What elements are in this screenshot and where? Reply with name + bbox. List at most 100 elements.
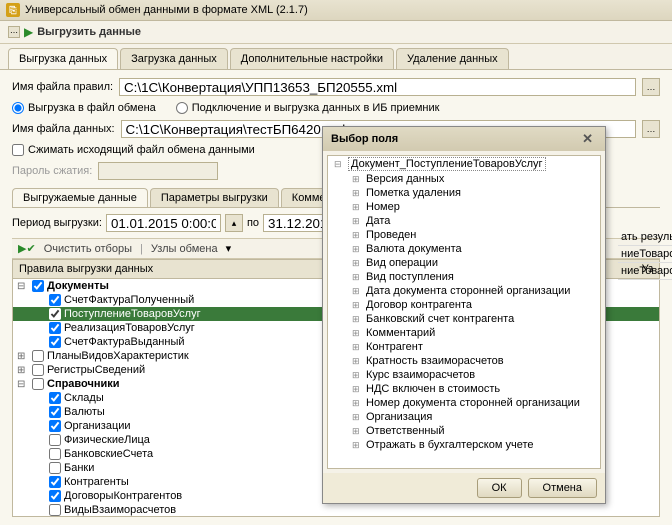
modal-toggle-icon[interactable]: ⊞ [352,272,362,283]
tab-delete[interactable]: Удаление данных [396,48,509,69]
modal-item-row[interactable]: ⊞Контрагент [328,340,600,354]
compress-checkbox[interactable]: Сжимать исходящий файл обмена данными [12,144,255,156]
tree-checkbox[interactable] [49,294,61,306]
tab-settings[interactable]: Дополнительные настройки [230,48,394,69]
results-row[interactable]: ниеТоваровУслуг [618,263,672,280]
clear-filters-link[interactable]: Очистить отборы [44,243,132,255]
actions-icon[interactable]: ⋯ [8,26,20,38]
modal-toggle-icon[interactable]: ⊞ [352,174,362,185]
modal-toggle-icon[interactable]: ⊞ [352,202,362,213]
tree-checkbox[interactable] [49,476,61,488]
tree-toggle-icon[interactable]: ⊞ [17,351,29,362]
tree-checkbox[interactable] [49,392,61,404]
modal-item-row[interactable]: ⊞Организация [328,410,600,424]
modal-item-row[interactable]: ⊞Договор контрагента [328,298,600,312]
radio-to-file-input[interactable] [12,102,24,114]
modal-toggle-icon[interactable]: ⊞ [352,356,362,367]
modal-toggle-icon[interactable]: ⊞ [352,342,362,353]
modal-item-label: Дата документа сторонней организации [366,285,570,297]
subtab-data[interactable]: Выгружаемые данные [12,188,148,207]
tab-export[interactable]: Выгрузка данных [8,48,118,69]
modal-item-row[interactable]: ⊞Номер [328,200,600,214]
modal-item-row[interactable]: ⊞Курс взаиморасчетов [328,368,600,382]
modal-toggle-icon[interactable]: ⊞ [352,314,362,325]
modal-item-row[interactable]: ⊞Проведен [328,228,600,242]
modal-toggle-icon[interactable]: ⊞ [352,398,362,409]
tree-checkbox[interactable] [49,322,61,334]
modal-item-row[interactable]: ⊞Версия данных [328,172,600,186]
filter-check-icon[interactable]: ▶✔ [18,242,36,255]
modal-toggle-icon[interactable]: ⊞ [352,300,362,311]
modal-footer: ОК Отмена [323,473,605,503]
exchange-nodes-link[interactable]: Узлы обмена [151,243,218,255]
tree-toggle-icon[interactable]: ⊞ [17,365,29,376]
radio-to-ib-input[interactable] [176,102,188,114]
tree-checkbox[interactable] [49,406,61,418]
modal-item-row[interactable]: ⊞Вид поступления [328,270,600,284]
modal-toggle-icon[interactable]: ⊞ [352,216,362,227]
modal-toggle-icon[interactable]: ⊞ [352,426,362,437]
modal-item-row[interactable]: ⊞Банковский счет контрагента [328,312,600,326]
cancel-button[interactable]: Отмена [528,478,597,498]
close-icon[interactable]: ✕ [578,131,597,147]
modal-toggle-icon[interactable]: ⊞ [352,328,362,339]
tree-checkbox[interactable] [32,280,44,292]
radio-to-ib[interactable]: Подключение и выгрузка данных в ИБ прием… [176,102,440,114]
subtab-params[interactable]: Параметры выгрузки [150,188,279,207]
modal-item-row[interactable]: ⊞Отражать в бухгалтерском учете [328,438,600,452]
modal-toggle-icon[interactable]: ⊟ [334,159,344,170]
dropdown-icon[interactable]: ▾ [226,242,232,255]
password-label: Пароль сжатия: [12,165,92,177]
modal-item-row[interactable]: ⊞НДС включен в стоимость [328,382,600,396]
modal-toggle-icon[interactable]: ⊞ [352,440,362,451]
tree-row[interactable]: ВидыВзаиморасчетов [13,503,659,517]
tree-toggle-icon[interactable]: ⊟ [17,379,29,390]
modal-toggle-icon[interactable]: ⊞ [352,188,362,199]
modal-toggle-icon[interactable]: ⊞ [352,230,362,241]
results-row[interactable]: ниеТоваровУслуг [618,246,672,263]
tree-checkbox[interactable] [49,490,61,502]
modal-item-row[interactable]: ⊞ Комментарий [328,326,600,340]
tab-import[interactable]: Загрузка данных [120,48,228,69]
modal-item-row[interactable]: ⊞Номер документа сторонней организации [328,396,600,410]
date-from-input[interactable] [106,214,221,232]
modal-toggle-icon[interactable]: ⊞ [352,286,362,297]
modal-item-row[interactable]: ⊞Валюта документа [328,242,600,256]
tree-checkbox[interactable] [32,378,44,390]
modal-item-row[interactable]: ⊞ Дата документа сторонней организации [328,284,600,298]
modal-item-row[interactable]: ⊞Пометка удаления [328,186,600,200]
modal-item-row[interactable]: ⊞Вид операции [328,256,600,270]
radio-to-file[interactable]: Выгрузка в файл обмена [12,102,156,114]
tree-checkbox[interactable] [49,336,61,348]
field-picker-modal: Выбор поля ✕ ⊟Документ_ПоступлениеТоваро… [322,126,606,504]
tree-checkbox[interactable] [49,434,61,446]
modal-toggle-icon[interactable]: ⊞ [352,258,362,269]
tree-toggle-icon[interactable]: ⊟ [17,281,29,292]
modal-root-label: Документ_ПоступлениеТоваровУслуг [348,157,546,171]
modal-toggle-icon[interactable]: ⊞ [352,384,362,395]
modal-item-row[interactable]: ⊞Дата [328,214,600,228]
password-input [98,162,218,180]
tree-checkbox[interactable] [32,350,44,362]
tree-checkbox[interactable] [49,308,61,320]
compress-checkbox-input[interactable] [12,144,24,156]
modal-item-label: Комментарий [366,327,435,339]
modal-item-row[interactable]: ⊞Ответственный [328,424,600,438]
rules-file-input[interactable] [119,78,636,96]
data-file-browse-icon[interactable]: … [642,120,660,138]
modal-item-row[interactable]: ⊞Кратность взаиморасчетов [328,354,600,368]
modal-root-row[interactable]: ⊟ Документ_ПоступлениеТоваровУслуг [328,156,600,172]
tree-checkbox[interactable] [32,364,44,376]
export-button[interactable]: Выгрузить данные [37,26,141,38]
modal-toggle-icon[interactable]: ⊞ [352,412,362,423]
modal-toggle-icon[interactable]: ⊞ [352,370,362,381]
tree-checkbox[interactable] [49,504,61,516]
tree-checkbox[interactable] [49,462,61,474]
date-from-stepper-icon[interactable]: ▴ [225,214,243,232]
modal-body[interactable]: ⊟ Документ_ПоступлениеТоваровУслуг⊞Версия… [327,155,601,469]
ok-button[interactable]: ОК [477,478,522,498]
tree-checkbox[interactable] [49,448,61,460]
tree-checkbox[interactable] [49,420,61,432]
rules-file-browse-icon[interactable]: … [642,78,660,96]
modal-toggle-icon[interactable]: ⊞ [352,244,362,255]
